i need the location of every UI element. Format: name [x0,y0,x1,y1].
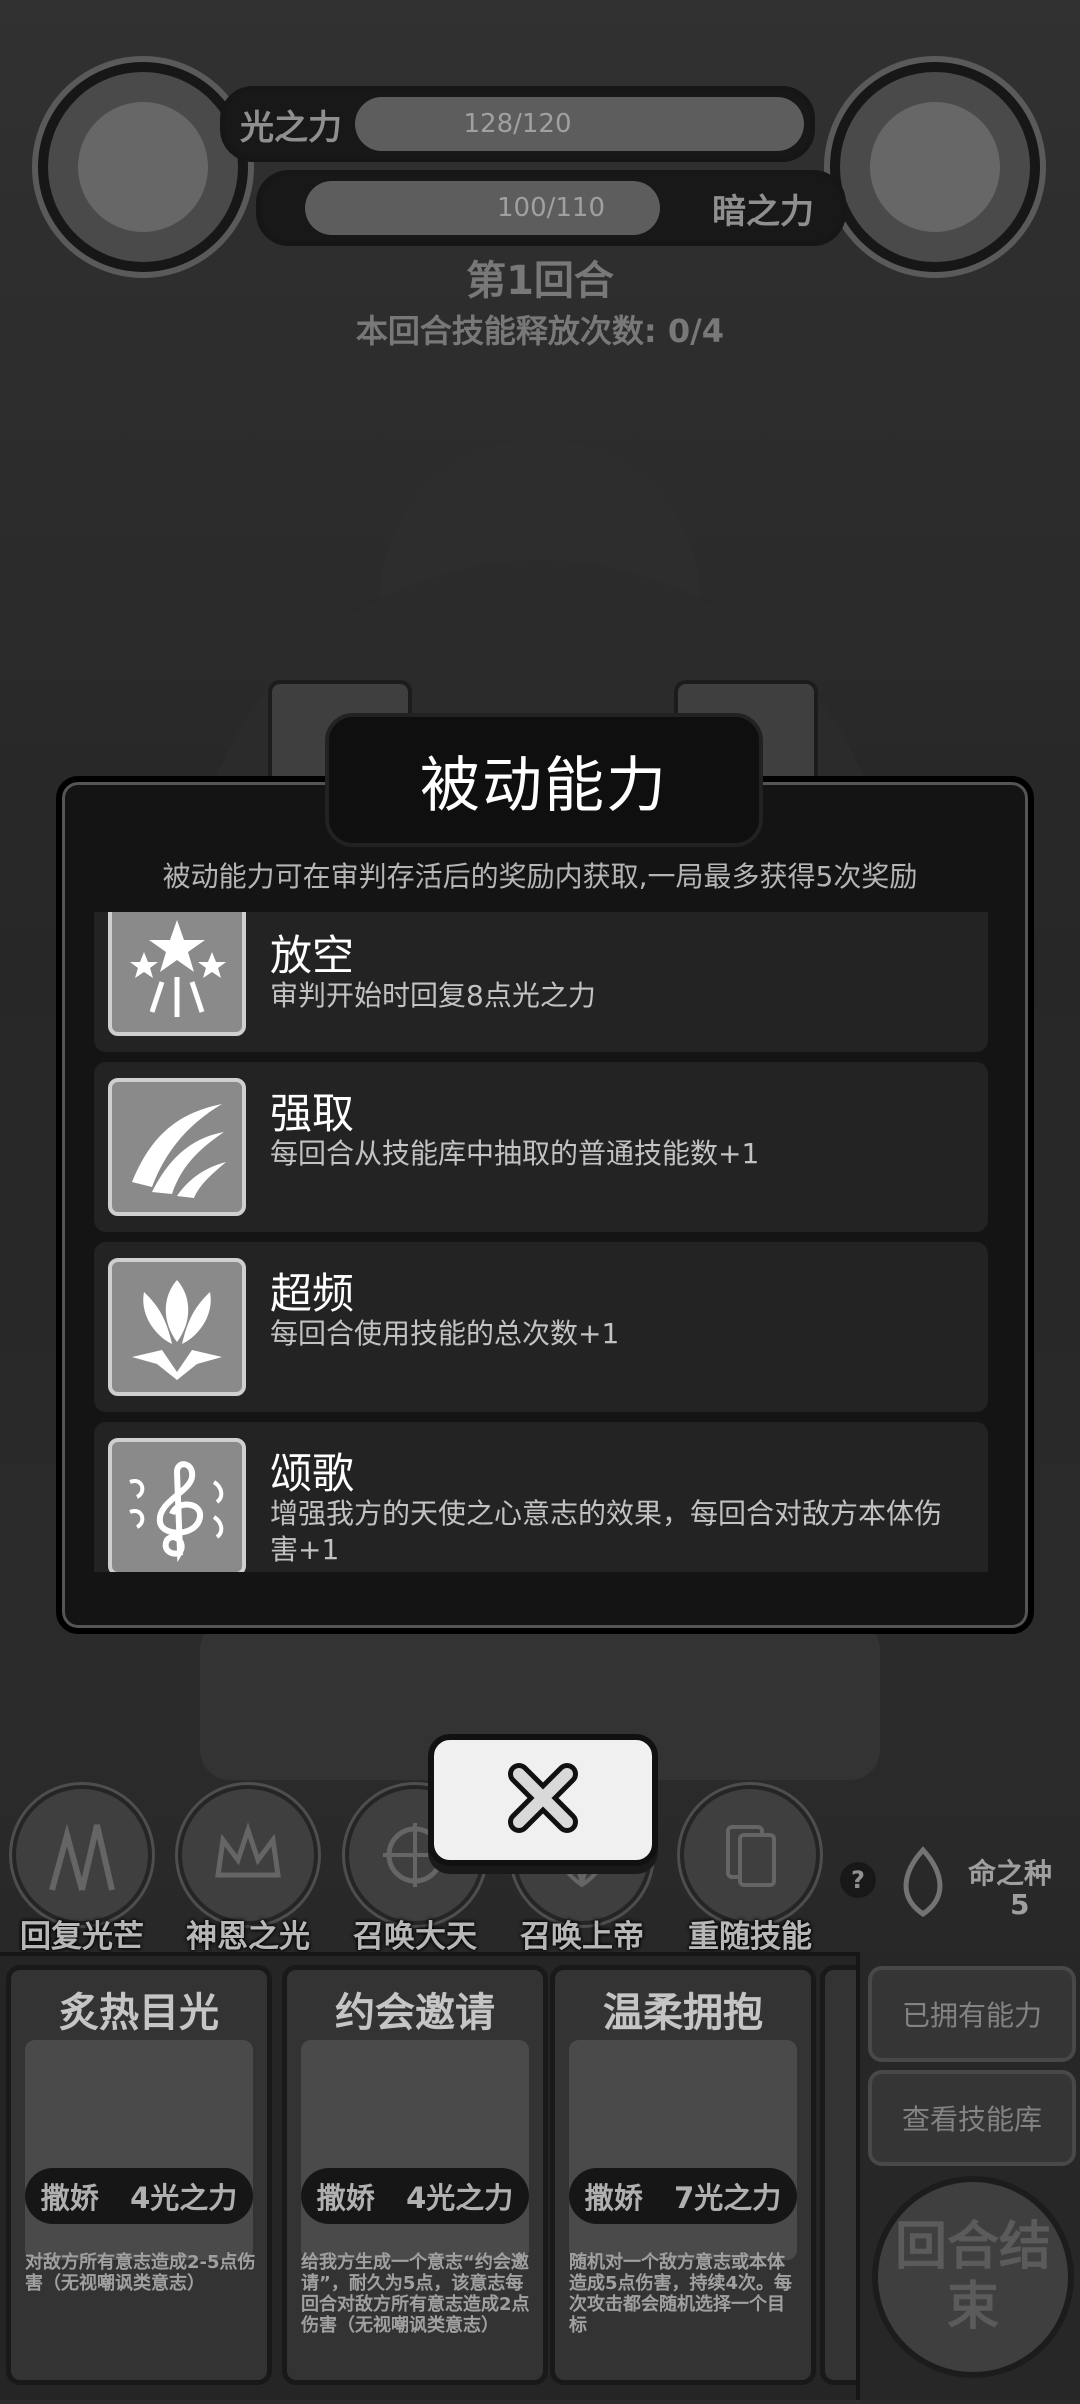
ability-name: 颂歌 [270,1449,355,1498]
ability-desc: 审判开始时回复8点光之力 [270,979,596,1012]
dialog-title: 被动能力 [325,713,763,847]
passive-ability-list[interactable]: 放空 审判开始时回复8点光之力 强取 每回合从技能库中抽取的普通技能数+1 超频… [94,912,988,1572]
ability-item[interactable]: 超频 每回合使用技能的总次数+1 [94,1242,988,1412]
ability-desc: 增强我方的天使之心意志的效果，每回合对敌方本体伤害+1 [270,1497,943,1566]
stars-burst-icon [108,912,246,1036]
close-button[interactable] [428,1734,658,1866]
dialog-subtitle: 被动能力可在审判存活后的奖励内获取,一局最多获得5次奖励 [162,860,918,893]
ability-item[interactable]: 放空 审判开始时回复8点光之力 [94,912,988,1052]
ability-desc: 每回合使用技能的总次数+1 [270,1317,620,1350]
ability-name: 超频 [270,1269,355,1318]
treble-clef-icon [108,1438,246,1572]
claw-swipe-icon [108,1078,246,1216]
flame-burst-icon [108,1258,246,1396]
ability-item[interactable]: 强取 每回合从技能库中抽取的普通技能数+1 [94,1062,988,1232]
ability-name: 放空 [270,931,355,980]
ability-item[interactable]: 颂歌 增强我方的天使之心意志的效果，每回合对敌方本体伤害+1 [94,1422,988,1572]
ability-name: 强取 [270,1089,355,1138]
close-icon [505,1760,581,1840]
ability-desc: 每回合从技能库中抽取的普通技能数+1 [270,1137,760,1170]
